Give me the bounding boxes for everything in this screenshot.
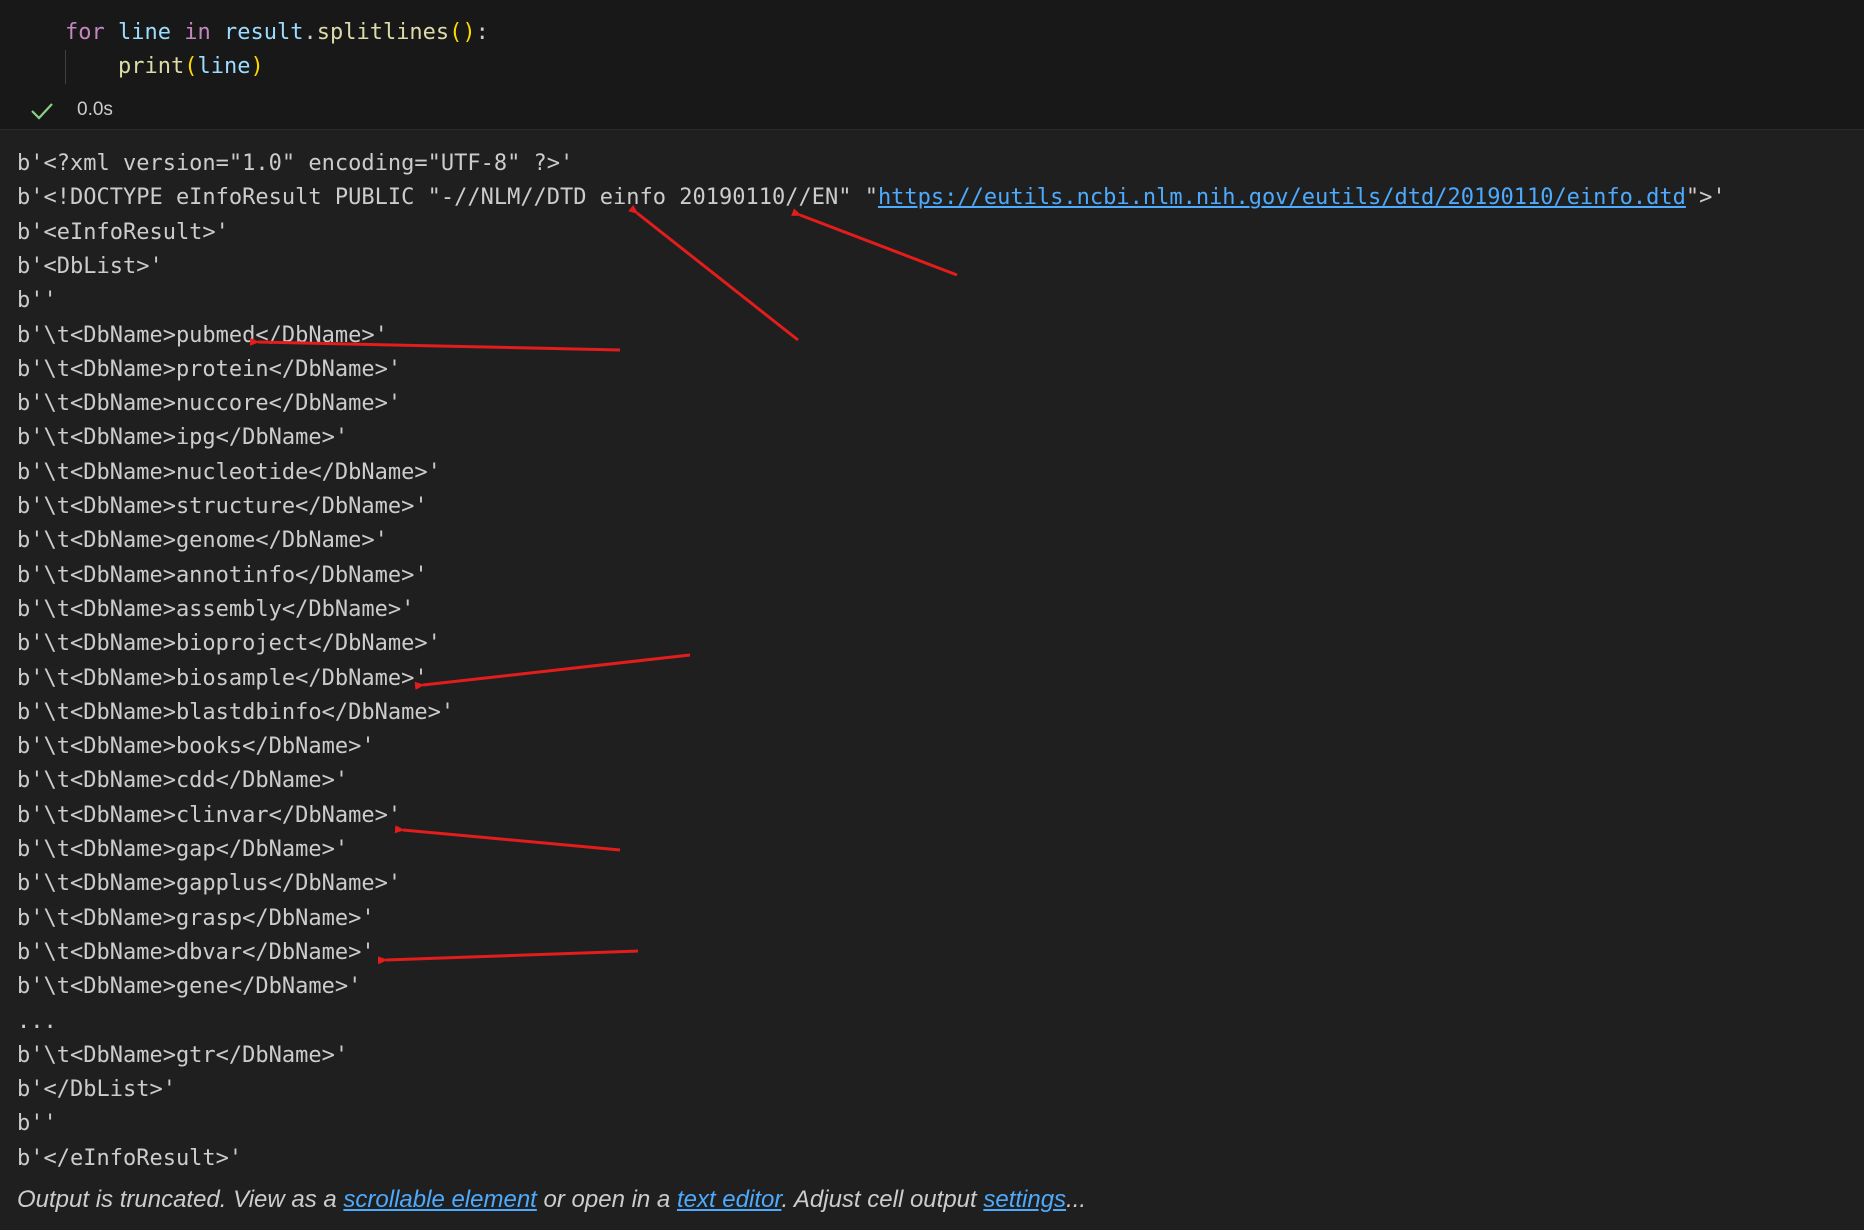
code-token: () [449,20,476,45]
red-arrow-annotation [377,949,639,965]
code-line[interactable]: print(line) [65,50,264,84]
output-line: b'\t<DbName>annotinfo</DbName>' [17,562,428,588]
output-line: b'\t<DbName>clinvar</DbName>' [17,802,402,828]
output-line: b'\t<DbName>nuccore</DbName>' [17,391,402,417]
output-line: b'\t<DbName>dbvar</DbName>' [17,939,375,965]
code-line[interactable]: for line in result.splitlines(): [65,16,489,50]
output-line: b'\t<DbName>gap</DbName>' [17,837,349,862]
code-token: ( [184,54,198,79]
output-line: b'' [17,288,57,314]
output-line: b'</DbList>' [17,1077,176,1103]
text-editor-link[interactable]: text editor [677,1186,782,1213]
output-line: b'<DbList>' [17,253,163,279]
code-token: ) [250,54,264,79]
truncation-text: or open in a [536,1186,677,1213]
red-arrow-annotation [628,204,799,342]
output-line: b'' [17,1111,57,1137]
truncation-text: Output is truncated. View as a [17,1186,344,1213]
output-line: b'\t<DbName>grasp</DbName>' [17,905,375,931]
output-line: b'\t<DbName>protein</DbName>' [17,356,402,382]
truncation-text: ... [1066,1186,1087,1213]
output-line: b'\t<DbName>structure</DbName>' [17,494,428,519]
output-line: b'\t<DbName>pubmed</DbName>' [17,322,388,348]
output-line: b'</eInfoResult>' [17,1145,243,1171]
output-line: b'\t<DbName>nucleotide</DbName>' [17,459,441,485]
output-line: b'\t<DbName>assembly</DbName>' [17,596,415,622]
truncation-note: Output is truncated. View as a scrollabl… [17,1183,1086,1217]
output-line: b'\t<DbName>gapplus</DbName>' [17,871,402,897]
output-line: b'\t<DbName>gene</DbName>' [17,974,362,1000]
check-icon [31,103,53,120]
code-cell[interactable]: for line in result.splitlines(): print(l… [0,0,1864,130]
red-arrow-annotation [791,208,958,277]
execution-time: 0.0s [77,99,113,120]
output-line: b'\t<DbName>ipg</DbName>' [17,425,349,451]
code-token: for [65,20,105,45]
output-line: b'\t<DbName>blastdbinfo</DbName>' [17,699,455,725]
code-token: . [303,20,317,45]
doctype-prefix: b'<!DOCTYPE eInfoResult PUBLIC "-//NLM//… [17,185,878,211]
code-token: splitlines [316,20,450,45]
settings-link[interactable]: settings [983,1186,1066,1213]
output-line: b'\t<DbName>biosample</DbName>' [17,665,428,691]
output-line: b'<!DOCTYPE eInfoResult PUBLIC "-//NLM//… [17,181,1726,215]
code-token: line [197,54,251,79]
output-line: b'\t<DbName>genome</DbName>' [17,528,388,554]
code-token: result [223,20,304,45]
code-token: line [118,20,171,45]
code-token: : [475,20,489,45]
output-line: b'\t<DbName>cdd</DbName>' [17,768,349,794]
dtd-link[interactable]: https://eutils.ncbi.nlm.nih.gov/eutils/d… [878,185,1686,210]
red-arrow-annotation [394,825,621,852]
output-line: b'\t<DbName>books</DbName>' [17,734,375,760]
output-line: b'<?xml version="1.0" encoding="UTF-8" ?… [17,151,574,176]
output-line: ... [17,1008,57,1034]
red-arrow-annotation [414,653,691,690]
output-line: b'\t<DbName>bioproject</DbName>' [17,631,441,657]
code-token: print [117,54,185,79]
code-token: in [184,20,211,45]
truncation-text: . Adjust cell output [781,1186,984,1213]
scrollable-element-link[interactable]: scrollable element [343,1186,536,1213]
doctype-suffix: ">' [1685,185,1726,211]
output-line: b'<eInfoResult>' [17,219,229,245]
output-line: b'\t<DbName>gtr</DbName>' [17,1042,349,1068]
